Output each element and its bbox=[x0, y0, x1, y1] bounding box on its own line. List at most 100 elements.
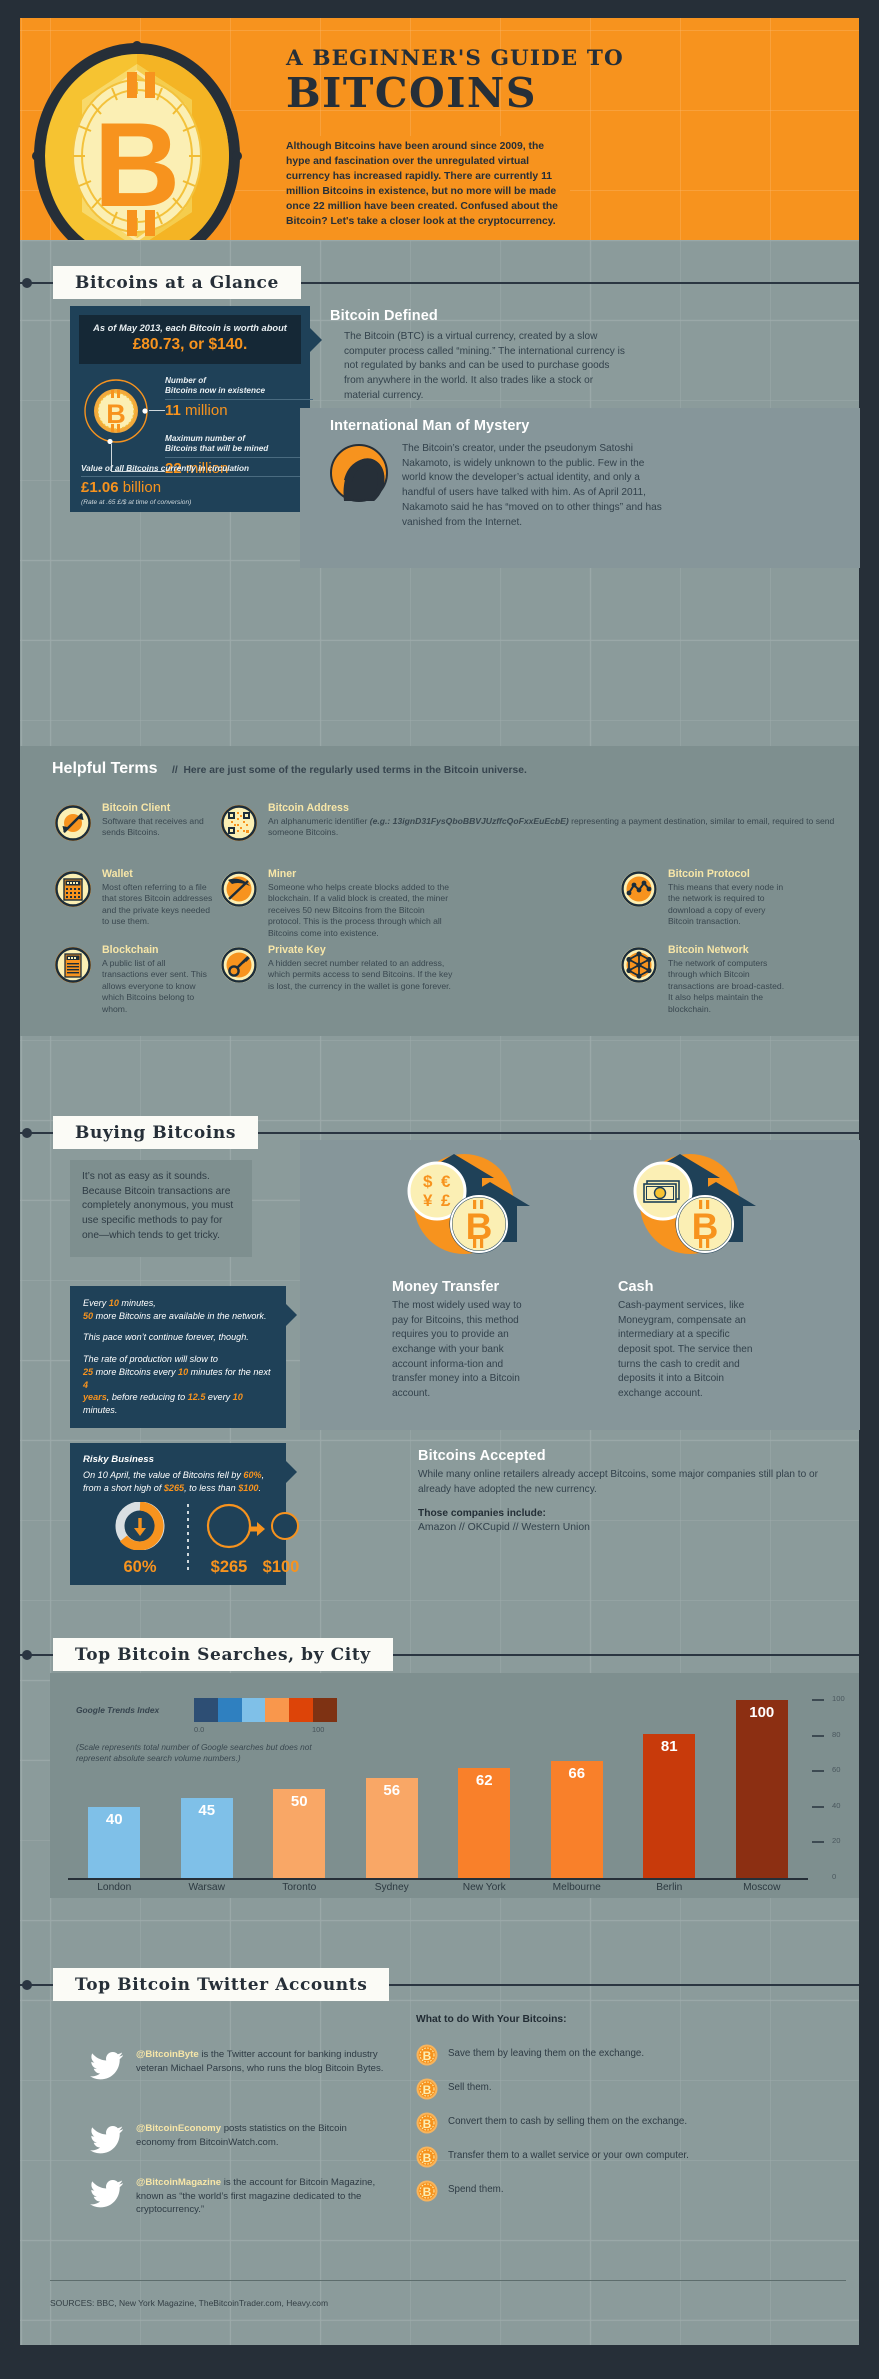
page-title: A BEGINNER'S GUIDE TO BITCOINS bbox=[286, 46, 623, 114]
chart-x-labels: London Warsaw Toronto Sydney New York Melbour… bbox=[68, 1882, 808, 1893]
glance-price-caption: As of May 2013, each Bitcoin is worth ab… bbox=[93, 323, 287, 333]
chart-x-label: Melbourne bbox=[552, 1882, 601, 1893]
sources-text: SOURCES: BBC, New York Magazine, TheBitc… bbox=[50, 2298, 329, 2308]
glance-stat-value-label: Value of all Bitcoins currently in circu… bbox=[81, 464, 313, 478]
chart-bar-value: 66 bbox=[568, 1764, 586, 1782]
chart-bar: 40 bbox=[88, 1806, 141, 1878]
cash-title: Cash bbox=[618, 1279, 654, 1295]
mystery-body: The Bitcoin’s creator, under the pseudon… bbox=[402, 443, 662, 528]
chart-bar-value: 81 bbox=[660, 1737, 678, 1755]
chart-bar-value: 56 bbox=[383, 1782, 401, 1800]
chart-bar-column: 66 bbox=[531, 1700, 624, 1878]
intro-paragraph: Although Bitcoins have been around since… bbox=[286, 136, 570, 240]
chart-bar: 45 bbox=[180, 1797, 233, 1878]
chart-x-label: Berlin bbox=[656, 1882, 683, 1893]
twitter-section: @BitcoinByte is the Twitter account for … bbox=[50, 2008, 859, 2248]
exchange-arrows-icon bbox=[54, 804, 92, 842]
pace-box: Every 10 minutes, 50 more Bitcoins are av… bbox=[70, 1286, 297, 1428]
section-header-glance: Bitcoins at a Glance bbox=[20, 266, 859, 300]
accepted-label: Those companies include: bbox=[418, 1508, 546, 1520]
term-desc: A public list of all transactions ever s… bbox=[102, 958, 207, 1014]
chart-bar: 81 bbox=[643, 1733, 696, 1878]
chart-bar: 62 bbox=[458, 1767, 511, 1878]
chart-bars: 40 45 50 56 62 66 81 100 bbox=[68, 1700, 808, 1878]
bullet-dot bbox=[22, 1980, 32, 1990]
section-title-twitter: Top Bitcoin Twitter Accounts bbox=[53, 1968, 390, 2001]
bitcoin-bullet-icon: B bbox=[416, 2044, 438, 2066]
glance-coin-icon: B bbox=[83, 378, 149, 445]
pickaxe-icon bbox=[220, 870, 258, 908]
term-bitcoin-network-text: Bitcoin Network The network of computers… bbox=[668, 944, 788, 1015]
risky-high-stat: $265 bbox=[201, 1502, 257, 1577]
chart-bar: 66 bbox=[550, 1760, 603, 1878]
method-money-transfer: $ € ¥ £ B Money Transfer The most widely… bbox=[392, 1146, 538, 1401]
glance-stat-existing-label: Number of Bitcoins now in existence bbox=[165, 376, 313, 400]
term-desc: Software that receives and sends Bitcoin… bbox=[102, 816, 204, 838]
chart-y-tick: 0 bbox=[832, 1872, 837, 1881]
bullet-dot bbox=[22, 1650, 32, 1660]
chart-y-tick: 80 bbox=[812, 1730, 858, 1739]
svg-text:B: B bbox=[106, 399, 126, 429]
chart-bar-value: 62 bbox=[475, 1771, 493, 1789]
infographic-page: B A BEGINNER'S GUIDE TO BITCOINS Althoug… bbox=[0, 0, 879, 2379]
svg-text:£: £ bbox=[441, 1191, 451, 1210]
term-bitcoin-client-text: Bitcoin Client Software that receives an… bbox=[102, 802, 214, 839]
bitcoin-defined-block: Bitcoin Defined The Bitcoin (BTC) is a v… bbox=[330, 308, 630, 404]
bitcoins-accepted-block: Bitcoins Accepted While many online reta… bbox=[418, 1448, 858, 1533]
term-name: Bitcoin Client bbox=[102, 802, 171, 814]
twitter-account-1-text: @BitcoinByte is the Twitter account for … bbox=[136, 2049, 384, 2074]
glance-stat-existing-value: 11 million bbox=[165, 401, 228, 419]
twitter-bird-icon bbox=[90, 2126, 124, 2154]
chart-bar-column: 81 bbox=[623, 1700, 716, 1878]
chart-bar-column: 100 bbox=[716, 1700, 809, 1878]
chart-y-tick: 40 bbox=[812, 1801, 858, 1810]
chart-bar: 100 bbox=[735, 1700, 788, 1878]
chart-bar-column: 62 bbox=[438, 1700, 531, 1878]
glance-price-box: As of May 2013, each Bitcoin is worth ab… bbox=[79, 315, 301, 364]
accepted-heading: Bitcoins Accepted bbox=[418, 1448, 546, 1464]
bitcoin-bullet-icon: B bbox=[416, 2146, 438, 2168]
term-desc: A hidden secret number related to an add… bbox=[268, 958, 453, 991]
term-desc: Someone who helps create blocks added to… bbox=[268, 882, 450, 938]
what-to-do-item-text: Transfer them to a wallet service or you… bbox=[448, 2150, 689, 2161]
term-miner-text: Miner Someone who helps create blocks ad… bbox=[268, 868, 458, 939]
chart-bar-value: 50 bbox=[290, 1793, 308, 1810]
large-circle-icon bbox=[206, 1504, 252, 1549]
mystery-heading: International Man of Mystery bbox=[330, 418, 530, 434]
term-name: Bitcoin Address bbox=[268, 802, 349, 814]
small-circle-icon bbox=[271, 1512, 299, 1541]
svg-text:B: B bbox=[423, 2185, 432, 2199]
helpful-terms-section: Helpful Terms // Here are just some of t… bbox=[20, 746, 859, 1036]
svg-text:B: B bbox=[423, 2083, 432, 2097]
term-bitcoin-address-text: Bitcoin Address An alphanumeric identifi… bbox=[268, 802, 843, 839]
chart-bar-column: 56 bbox=[346, 1700, 439, 1878]
buying-intro: It’s not as easy as it sounds. Because B… bbox=[70, 1160, 252, 1258]
section-title-glance: Bitcoins at a Glance bbox=[53, 266, 301, 299]
chart-y-axis: 0 20 40 60 80 100 bbox=[812, 1694, 858, 1881]
term-blockchain-text: Blockchain A public list of all transact… bbox=[102, 944, 214, 1015]
money-transfer-illustration: $ € ¥ £ B bbox=[392, 1146, 538, 1274]
bitcoin-bullet-icon: B bbox=[416, 2078, 438, 2100]
risky-divider bbox=[187, 1504, 189, 1571]
risky-drop-stat: 60% bbox=[109, 1501, 171, 1577]
chart-bar-column: 40 bbox=[68, 1700, 161, 1878]
chart-x-label: Warsaw bbox=[188, 1882, 225, 1893]
bitcoin-bullet-icon: B bbox=[416, 2180, 438, 2202]
network-mesh-icon bbox=[620, 946, 658, 984]
risky-business-box: Risky Business On 10 April, the value of… bbox=[70, 1443, 299, 1586]
bitcoin-bullet-icon: B bbox=[416, 2112, 438, 2134]
bitcoin-searches-chart: Google Trends Index 0.0 100 (Scale repre… bbox=[50, 1673, 859, 1898]
svg-text:B: B bbox=[423, 2151, 432, 2165]
bitcoin-defined-heading: Bitcoin Defined bbox=[330, 308, 438, 324]
infographic-sheet: B A BEGINNER'S GUIDE TO BITCOINS Althoug… bbox=[20, 18, 860, 2345]
footer-divider bbox=[50, 2280, 846, 2281]
what-to-do-heading: What to do With Your Bitcoins: bbox=[416, 2014, 567, 2025]
svg-text:€: € bbox=[441, 1172, 451, 1191]
section-title-searches: Top Bitcoin Searches, by City bbox=[53, 1638, 393, 1671]
term-desc: Most often referring to a file that stor… bbox=[102, 882, 213, 927]
glance-rate-note: (Rate at .65 £/$ at time of conversion) bbox=[81, 499, 192, 507]
twitter-bird-icon bbox=[90, 2052, 124, 2080]
term-name: Blockchain bbox=[102, 944, 159, 956]
pace-line-2: This pace won’t continue forever, though… bbox=[83, 1332, 249, 1343]
chart-x-label: Moscow bbox=[743, 1882, 781, 1893]
